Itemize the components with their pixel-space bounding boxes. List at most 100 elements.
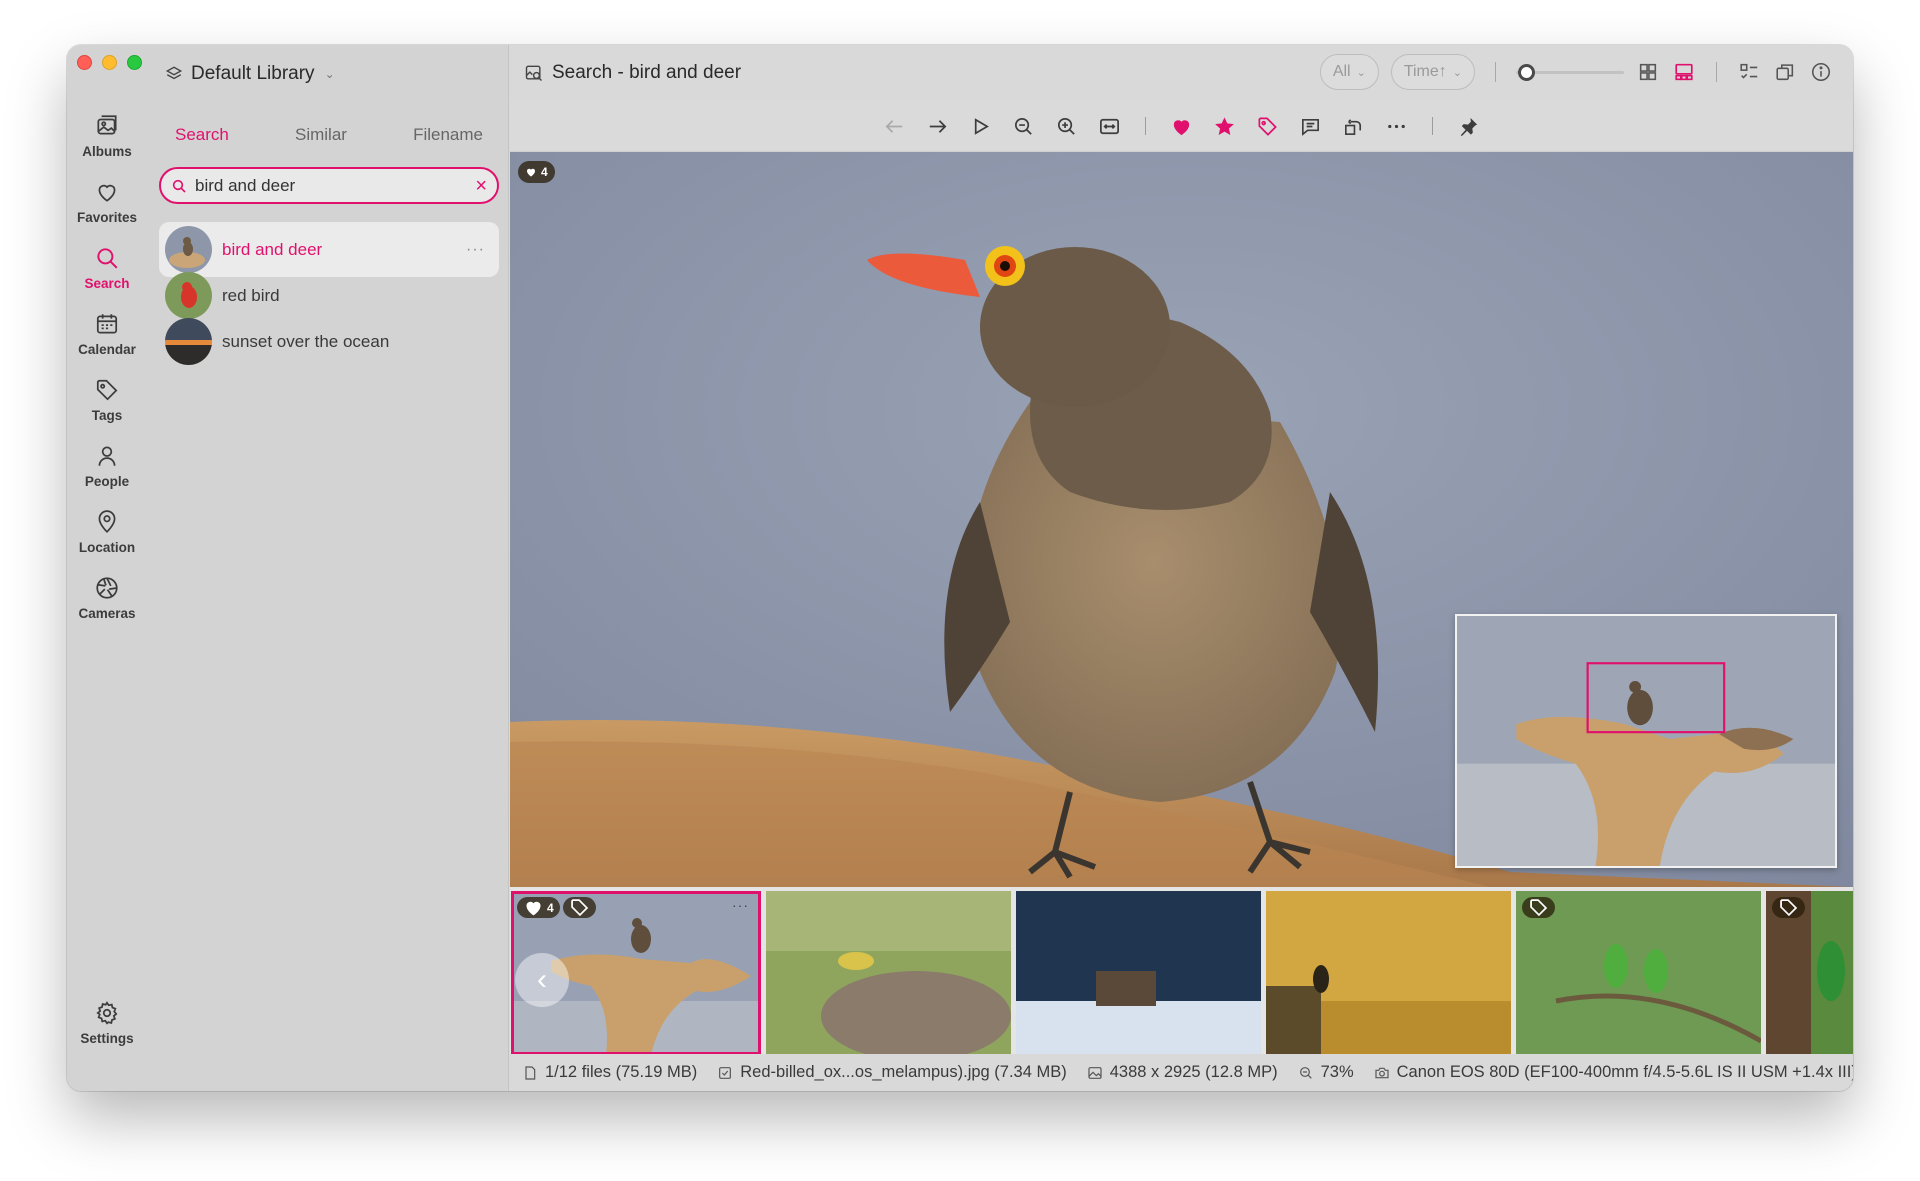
close-window-button[interactable] — [77, 55, 92, 70]
image-toolbar — [510, 101, 1853, 152]
star-filled-icon — [1213, 115, 1236, 138]
library-selector[interactable]: Default Library ⌄ — [165, 63, 335, 85]
grid-layout-button[interactable] — [1636, 60, 1660, 84]
location-pin-icon — [94, 509, 120, 535]
sort-value: Time↑ — [1404, 63, 1447, 81]
divider — [1495, 62, 1496, 82]
divider — [1432, 117, 1433, 135]
thumbnail-photo — [766, 891, 1011, 1054]
filmstrip-thumbnail[interactable] — [1516, 891, 1761, 1054]
more-icon — [1385, 115, 1408, 138]
rail-label: People — [85, 474, 129, 489]
heart-filled-icon — [1170, 115, 1193, 138]
zoom-in-icon — [1055, 115, 1078, 138]
rail-item-tags[interactable]: Tags — [67, 377, 147, 437]
rating-button[interactable] — [1212, 114, 1237, 139]
rail-item-cameras[interactable]: Cameras — [67, 575, 147, 635]
image-search-icon — [524, 63, 544, 83]
next-button[interactable] — [925, 114, 950, 139]
tag-icon — [94, 377, 120, 403]
status-camera-text: Canon EOS 80D (EF100-400mm f/4.5-5.6L IS… — [1397, 1063, 1853, 1082]
tab-search[interactable]: Search — [171, 119, 233, 151]
window-mode-button[interactable] — [1773, 60, 1797, 84]
tab-similar[interactable]: Similar — [291, 119, 351, 151]
search-panel: Default Library ⌄ Search Similar Filenam… — [147, 45, 509, 1091]
more-options-icon[interactable]: ··· — [732, 897, 749, 913]
thumbnail-photo — [1266, 891, 1511, 1054]
thumbnail-size-slider[interactable] — [1516, 62, 1624, 82]
rail-item-settings[interactable]: Settings — [67, 1000, 147, 1046]
result-thumbnail — [165, 318, 212, 365]
navigator-minimap[interactable] — [1455, 614, 1837, 868]
heart-icon — [523, 897, 544, 918]
app-window: Albums Favorites Search Calendar Tags Pe… — [67, 45, 1853, 1091]
slider-knob[interactable] — [1518, 64, 1535, 81]
maximize-window-button[interactable] — [127, 55, 142, 70]
window-title: Search - bird and deer — [552, 62, 741, 84]
comment-icon — [1299, 115, 1322, 138]
heart-icon — [525, 166, 537, 178]
status-files: 1/12 files (75.19 MB) — [522, 1063, 697, 1082]
tag-badge — [563, 897, 596, 918]
fit-width-icon — [1098, 115, 1121, 138]
person-icon — [94, 443, 120, 469]
comment-button[interactable] — [1298, 114, 1323, 139]
more-options-icon[interactable]: ··· — [466, 241, 485, 259]
filmstrip: 4 ··· ‹ — [510, 887, 1853, 1054]
zoom-in-button[interactable] — [1054, 114, 1079, 139]
rail-label: Albums — [82, 144, 132, 159]
rail-item-location[interactable]: Location — [67, 509, 147, 569]
info-icon — [1810, 61, 1832, 83]
rail-label: Location — [79, 540, 135, 555]
filter-dropdown[interactable]: All ⌄ — [1320, 54, 1379, 90]
pin-button[interactable] — [1456, 114, 1481, 139]
filmstrip-thumbnail[interactable] — [766, 891, 1011, 1054]
status-zoom: 73% — [1298, 1063, 1354, 1082]
sort-dropdown[interactable]: Time↑ ⌄ — [1391, 54, 1475, 90]
rail-item-search[interactable]: Search — [67, 245, 147, 305]
calendar-icon — [94, 311, 120, 337]
rail-item-people[interactable]: People — [67, 443, 147, 503]
thumbnail-photo — [1016, 891, 1261, 1054]
rail-item-calendar[interactable]: Calendar — [67, 311, 147, 371]
filmstrip-thumbnail[interactable] — [1766, 891, 1853, 1054]
image-icon — [1087, 1065, 1103, 1081]
info-button[interactable] — [1809, 60, 1833, 84]
slideshow-button[interactable] — [968, 114, 993, 139]
filmstrip-thumbnail[interactable] — [1016, 891, 1261, 1054]
favorite-button[interactable] — [1169, 114, 1194, 139]
fit-to-window-button[interactable] — [1097, 114, 1122, 139]
select-mode-button[interactable] — [1737, 60, 1761, 84]
search-tabs: Search Similar Filename — [159, 119, 499, 151]
file-icon — [522, 1065, 538, 1081]
tag-button[interactable] — [1255, 114, 1280, 139]
result-thumbnail — [165, 272, 212, 319]
result-thumbnail — [165, 226, 212, 273]
tag-icon — [1778, 897, 1799, 918]
tab-filename[interactable]: Filename — [409, 119, 487, 151]
clear-search-icon[interactable]: × — [475, 176, 487, 196]
grid-layout-icon — [1637, 61, 1659, 83]
more-button[interactable] — [1384, 114, 1409, 139]
minimize-window-button[interactable] — [102, 55, 117, 70]
filmstrip-thumbnail[interactable] — [1266, 891, 1511, 1054]
filmstrip-layout-button[interactable] — [1672, 60, 1696, 84]
filmstrip-thumbnail[interactable]: 4 ··· ‹ — [511, 891, 761, 1054]
rail-item-favorites[interactable]: Favorites — [67, 179, 147, 239]
chevron-down-icon: ⌄ — [1453, 66, 1462, 79]
rail-item-albums[interactable]: Albums — [67, 113, 147, 173]
previous-button[interactable] — [882, 114, 907, 139]
rail-label: Cameras — [78, 606, 135, 621]
navigation-rail: Albums Favorites Search Calendar Tags Pe… — [67, 45, 147, 1091]
tag-icon — [569, 897, 590, 918]
minimap-photo — [1457, 616, 1835, 866]
tag-icon — [1256, 115, 1279, 138]
status-filename-text: Red-billed_ox...os_melampus).jpg (7.34 M… — [740, 1063, 1066, 1082]
zoom-out-button[interactable] — [1011, 114, 1036, 139]
image-viewer[interactable]: 4 — [510, 152, 1853, 887]
filmstrip-layout-icon — [1673, 61, 1695, 83]
search-result-item[interactable]: sunset over the ocean — [159, 314, 499, 369]
search-input[interactable] — [195, 176, 467, 196]
rotate-button[interactable] — [1341, 114, 1366, 139]
filmstrip-previous-button[interactable]: ‹ — [515, 953, 569, 1007]
